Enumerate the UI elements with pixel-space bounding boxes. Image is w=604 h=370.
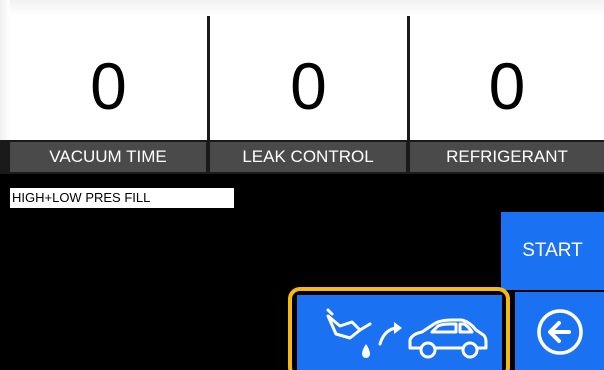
- arrow-left-circle-icon: [536, 309, 583, 355]
- left-edge: [0, 0, 10, 140]
- oil-fill-button[interactable]: [297, 295, 502, 370]
- leak-control-label: LEAK CONTROL: [210, 142, 406, 172]
- back-button[interactable]: [515, 292, 604, 370]
- refrigerant-label: REFRIGERANT: [410, 142, 604, 172]
- leak-control-counter: 0: [210, 16, 407, 140]
- vacuum-time-value: 0: [90, 49, 127, 123]
- refrigerant-counter: 0: [410, 16, 604, 140]
- start-button[interactable]: START: [501, 212, 604, 290]
- refrigerant-value: 0: [488, 49, 526, 123]
- leak-control-value: 0: [290, 49, 327, 123]
- top-strip: [0, 0, 604, 16]
- vacuum-time-counter: 0: [10, 16, 207, 140]
- screen: 0 0 0 VACUUM TIME LEAK CONTROL REFRIGERA…: [0, 0, 604, 370]
- mode-label: HIGH+LOW PRES FILL: [10, 188, 234, 208]
- oil-can-to-car-icon: [326, 308, 487, 359]
- vacuum-time-label: VACUUM TIME: [10, 142, 206, 172]
